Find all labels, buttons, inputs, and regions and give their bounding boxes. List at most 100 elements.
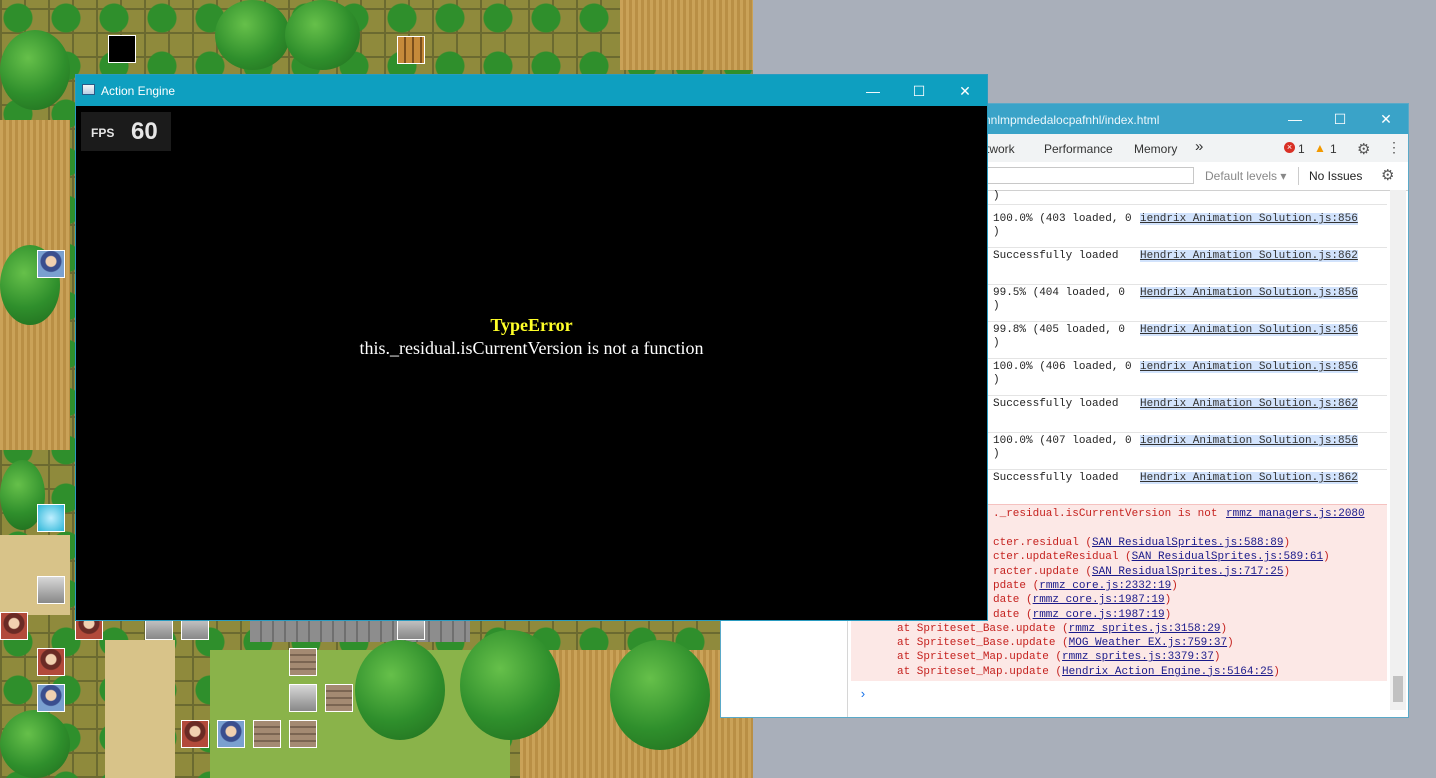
log-levels-dropdown[interactable]: Default levels ▾ [1205,169,1286,183]
map-wall [250,618,470,642]
stack-frame: at Spriteset_Map.update (rmmz sprites.js… [897,651,1220,663]
game-minimize-button[interactable]: — [859,80,887,102]
map-event-crystal [37,504,65,532]
log-message: Successfully loaded [993,250,1119,262]
map-event-character [37,648,65,676]
settings-gear-icon[interactable]: ⚙ [1357,140,1370,158]
stack-frame: cter.residual (SAN ResidualSprites.js:58… [993,537,1290,549]
log-source-link[interactable]: Hendrix Animation Solution.js:862 [1140,472,1358,484]
stack-frame-close-paren: ) [1273,665,1280,678]
stack-frame: date (rmmz core.js:1987:19) [993,609,1171,621]
stack-frame-close-paren: ) [1323,551,1330,564]
more-tabs-icon[interactable]: » [1195,138,1203,155]
console-settings-gear-icon[interactable]: ⚙ [1381,166,1394,184]
map-event-black [108,35,136,63]
tab-network[interactable]: twork [986,142,1015,156]
stack-frame-close-paren: ) [1164,594,1172,607]
stack-frame-text: date ( [993,608,1033,621]
stack-frame-link[interactable]: Hendrix Action Engine.js:5164:25 [1062,666,1273,678]
map-event-door [397,36,425,64]
map-cliff [620,0,753,70]
stack-frame-close-paren: ) [1171,579,1178,592]
stack-frame-close-paren: ) [1213,651,1221,664]
stack-frame-text: date ( [993,594,1033,607]
map-event-plant [289,684,317,712]
game-window: Action Engine — ☐ ✕ FPS 60 TypeError thi… [75,74,988,621]
devtools-maximize-button[interactable]: ☐ [1326,108,1354,130]
error-source-wrap: rmmz managers.js:2080 [1226,508,1365,520]
stack-frame: racter.update (SAN ResidualSprites.js:71… [993,566,1290,578]
stack-frame-link[interactable]: SAN ResidualSprites.js:589:61 [1132,551,1323,563]
stack-frame-text: pdate ( [993,579,1040,592]
map-tree [460,630,560,740]
error-title: TypeError [490,315,573,335]
stack-frame-link[interactable]: SAN ResidualSprites.js:717:25 [1092,566,1283,578]
map-tree [0,30,70,110]
warning-icon: ▲ [1314,141,1326,155]
stack-frame-text: cter.residual ( [993,537,1093,549]
stack-frame-link[interactable]: rmmz core.js:2332:19 [1039,580,1171,592]
stack-frame-link[interactable]: rmmz core.js:1987:19 [1033,594,1165,606]
stack-frame-close-paren: ) [1164,608,1172,621]
stack-frame-link[interactable]: rmmz sprites.js:3379:37 [1062,651,1214,663]
log-source-link[interactable]: iendrix Animation Solution.js:856 [1140,361,1358,373]
map-event-character [0,612,28,640]
stack-frame-link[interactable]: rmmz sprites.js:3158:29 [1069,623,1221,635]
game-maximize-button[interactable]: ☐ [905,80,933,102]
log-paren: ) [993,300,1000,312]
devtools-title: nnlmpmdedalocpafnhl/index.html [984,113,1160,127]
game-title: Action Engine [101,84,176,98]
tab-memory[interactable]: Memory [1134,142,1177,156]
stack-frame-close-paren: ) [1283,565,1291,578]
stack-frame-link[interactable]: SAN ResidualSprites.js:588:89 [1092,537,1283,549]
console-scrollbar[interactable] [1390,190,1406,710]
map-event-crate [253,720,281,748]
log-message: 99.8% (405 loaded, 0 [993,324,1126,336]
stack-frame-link[interactable]: MOG Weather EX.js:759:37 [1069,637,1227,649]
game-close-button[interactable]: ✕ [951,80,979,102]
more-options-icon[interactable]: ⋮ [1387,139,1401,156]
log-paren: ) [993,190,1000,202]
devtools-close-button[interactable]: ✕ [1372,108,1400,130]
map-event-character [217,720,245,748]
stack-frame-text: racter.update ( [993,565,1093,578]
error-message: ._residual.isCurrentVersion is not [993,508,1218,520]
error-source-link[interactable]: rmmz managers.js:2080 [1226,508,1365,520]
log-source-link[interactable]: Hendrix Animation Solution.js:862 [1140,250,1358,262]
log-paren: ) [993,448,1000,460]
tab-performance[interactable]: Performance [1044,142,1113,156]
error-message-text: this._residual.isCurrentVersion is not a… [359,338,704,358]
divider [1298,167,1299,185]
stack-frame: pdate (rmmz core.js:2332:19) [993,580,1178,592]
console-filter-input[interactable] [986,167,1194,184]
log-source-link[interactable]: Hendrix Animation Solution.js:862 [1140,398,1358,410]
fps-label: FPS [91,126,115,140]
log-paren: ) [993,337,1000,349]
stack-frame: date (rmmz core.js:1987:19) [993,594,1171,606]
map-tree [215,0,290,70]
map-tree [610,640,710,750]
stack-frame-close-paren: ) [1227,637,1234,650]
stack-frame-link[interactable]: rmmz core.js:1987:19 [1033,609,1165,621]
log-message: 100.0% (406 loaded, 0 [993,361,1132,373]
map-event-statue [37,576,65,604]
log-source-link[interactable]: iendrix Animation Solution.js:856 [1140,213,1358,225]
map-tree [355,640,445,740]
map-tree [285,0,360,70]
stack-frame-text: at Spriteset_Map.update ( [897,665,1063,678]
log-source-link[interactable]: iendrix Animation Solution.js:856 [1140,435,1358,447]
issues-button[interactable]: No Issues [1309,169,1362,183]
log-message: 100.0% (403 loaded, 0 [993,213,1132,225]
console-prompt-icon[interactable]: › [859,687,867,702]
scrollbar-thumb[interactable] [1393,676,1403,702]
map-event-crate [325,684,353,712]
warning-count[interactable]: 1 [1330,142,1337,156]
stack-frame: cter.updateResidual (SAN ResidualSprites… [993,551,1330,563]
map-event-crate [289,720,317,748]
error-count[interactable]: 1 [1298,142,1305,156]
log-source-link[interactable]: Hendrix Animation Solution.js:856 [1140,324,1358,336]
game-titlebar[interactable]: Action Engine — ☐ ✕ [76,75,987,106]
stack-frame-close-paren: ) [1283,537,1291,549]
devtools-minimize-button[interactable]: — [1281,108,1309,130]
log-source-link[interactable]: Hendrix Animation Solution.js:856 [1140,287,1358,299]
